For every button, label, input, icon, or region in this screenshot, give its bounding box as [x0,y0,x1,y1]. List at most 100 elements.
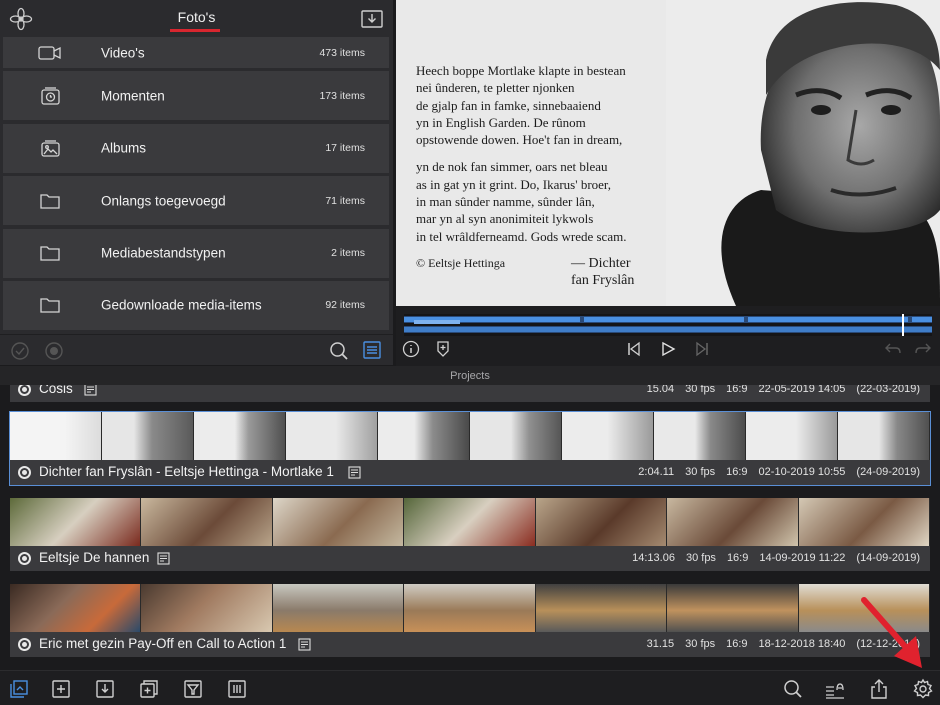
new-project-icon[interactable] [50,678,72,700]
import-media-icon[interactable] [8,678,30,700]
project-meta: 2:04.11 30 fps 16:9 02-10-2019 10:55 (24… [638,466,920,478]
thumbnail [535,498,668,546]
poem-line: opstowende dowen. Hoe't fan in dream, [416,132,623,148]
project-item-dichter-fan-fryslan[interactable]: Dichter fan Fryslân - Eeltsje Hettinga -… [9,411,931,486]
project-item-eeltsje-de-hannen[interactable]: Eeltsje De hannen 14:13.06 30 fps 16:9 1… [10,498,930,571]
search-icon[interactable] [328,340,350,362]
poem-stanza-2: yn de nok fan simmer, oars net bleau as … [416,158,666,244]
share-icon[interactable] [868,678,890,700]
project-info: Cosis 15.04 30 fps 16:9 22-05-2019 14:05… [10,385,930,402]
library-item-label: Onlangs toegevoegd [101,193,226,209]
library-item-media-types[interactable]: Mediabestandstypen 2 items [3,228,389,278]
library-title[interactable]: Foto's [0,9,393,25]
thumbnail [562,412,654,460]
note-icon[interactable] [157,552,170,565]
project-duration: 2:04.11 [638,466,675,478]
thumbnail [141,498,273,546]
project-select-radio[interactable] [18,552,31,565]
project-info: Dichter fan Fryslân - Eeltsje Hettinga -… [10,460,930,485]
poem-text: Heech boppe Mortlake klapte in bestean n… [416,62,666,289]
moments-icon [41,87,60,105]
skip-forward-icon[interactable] [694,341,710,357]
albums-icon [41,140,60,157]
note-icon[interactable] [348,466,361,479]
project-created-date: (12-12-2018) [856,638,920,650]
library-item-downloaded-media[interactable]: Gedownloade media-items 92 items [3,280,389,337]
poem-author-title: — Dichter fan Fryslân [571,255,634,289]
timeline-panel [396,306,940,366]
folder-icon [40,194,60,209]
note-icon[interactable] [298,638,311,651]
library-item-moments[interactable]: Momenten 173 items [3,71,389,121]
project-created-date: (14-09-2019) [856,552,920,564]
library-item-videos[interactable]: Video's 473 items [3,37,389,68]
project-name: Dichter fan Fryslân - Eeltsje Hettinga -… [39,464,334,479]
thumbnail [667,498,799,546]
select-check-icon[interactable] [10,341,30,361]
project-created-date: (22-03-2019) [856,385,920,395]
info-icon[interactable] [402,340,420,358]
project-modified-date: 02-10-2019 10:55 [758,466,846,478]
library-item-albums[interactable]: Albums 17 items [3,123,389,173]
projects-list: Cosis 15.04 30 fps 16:9 22-05-2019 14:05… [0,385,940,670]
filter-icon[interactable] [182,678,204,700]
poem-line: as in gat yn it grint. Do, Ikarus' broer… [416,176,611,192]
project-info: Eeltsje De hannen 14:13.06 30 fps 16:9 1… [10,546,930,571]
library-item-label: Mediabestandstypen [101,245,226,261]
project-name: Eric met gezin Pay-Off en Call to Action… [39,636,287,651]
poem-signature: © Eeltsje Hettinga — Dichter fan Fryslân [416,255,666,289]
project-item-cosis[interactable]: Cosis 15.04 30 fps 16:9 22-05-2019 14:05… [10,385,930,402]
library-item-label: Albums [101,140,147,156]
import-tray-icon[interactable] [360,7,384,31]
library-item-label: Video's [101,45,145,60]
list-view-icon[interactable] [361,339,383,361]
thumbnail [10,584,142,632]
download-icon[interactable] [94,678,116,700]
thumbnail [470,412,562,460]
marker-icon[interactable] [434,340,452,358]
project-select-radio[interactable] [18,385,31,396]
project-aspect-ratio: 16:9 [726,385,748,395]
delete-icon[interactable] [226,678,248,700]
play-icon[interactable] [660,341,676,357]
folder-icon [40,298,60,314]
project-meta: 14:13.06 30 fps 16:9 14-09-2019 11:22 (1… [632,552,920,564]
undo-icon[interactable] [884,341,902,357]
project-thumbnail-strip [10,584,930,632]
library-toolbar [0,334,393,365]
thumbnail [798,584,930,632]
duplicate-icon[interactable] [138,678,160,700]
skip-back-icon[interactable] [626,341,642,357]
search-icon[interactable] [782,678,804,700]
redo-icon[interactable] [914,341,932,357]
project-select-radio[interactable] [18,638,31,651]
thumbnail [404,584,536,632]
thumbnail [141,584,273,632]
portrait-photo [666,0,940,306]
project-duration: 15.04 [646,385,675,395]
thumbnail [10,412,102,460]
thumbnail [102,412,194,460]
project-item-eric-met-gezin[interactable]: Eric met gezin Pay-Off en Call to Action… [10,584,930,657]
record-icon[interactable] [44,341,64,361]
thumbnail [10,498,142,546]
library-item-count: 173 items [319,89,365,102]
poem-line: Heech boppe Mortlake klapte in bestean [416,63,626,78]
project-fps: 30 fps [685,552,716,564]
thumbnail [286,412,378,460]
library-item-recently-added[interactable]: Onlangs toegevoegd 71 items [3,176,389,226]
sort-icon[interactable] [824,678,846,700]
library-item-count: 17 items [325,142,365,155]
poem-credit: © Eeltsje Hettinga [416,255,506,270]
library-item-count: 2 items [331,247,365,260]
library-item-label: Gedownloade media-items [101,297,262,313]
projects-header: Projects [0,366,940,385]
settings-icon[interactable] [912,678,934,700]
project-meta: 15.04 30 fps 16:9 22-05-2019 14:05 (22-0… [647,385,920,395]
thumbnail [404,498,536,546]
video-preview[interactable]: Heech boppe Mortlake klapte in bestean n… [396,0,940,306]
note-icon[interactable] [84,385,97,396]
project-info: Eric met gezin Pay-Off en Call to Action… [10,632,930,657]
project-select-radio[interactable] [18,466,31,479]
timeline-track[interactable] [404,314,932,336]
